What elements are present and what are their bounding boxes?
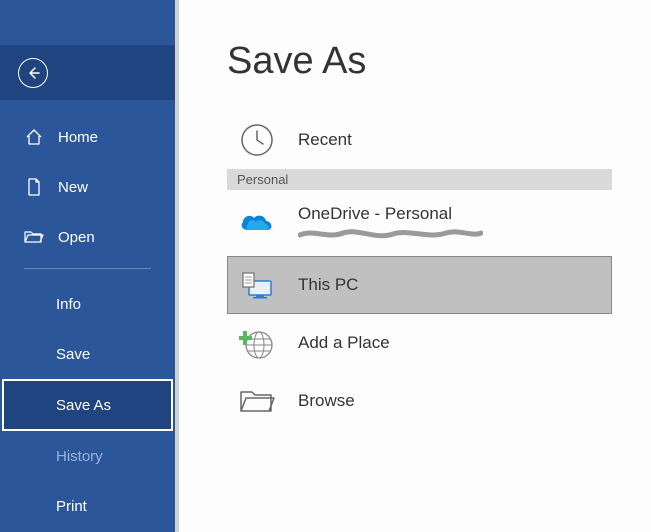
- nav-label: Save As: [56, 397, 111, 414]
- home-icon: [24, 127, 44, 147]
- nav-label: New: [58, 179, 88, 196]
- nav-label: Info: [56, 296, 81, 313]
- location-browse[interactable]: Browse: [227, 372, 612, 430]
- nav-new[interactable]: New: [0, 162, 175, 212]
- document-icon: [24, 177, 44, 197]
- main-panel: Save As Recent Personal OneDrive - Perso…: [175, 0, 651, 532]
- nav-list: Home New Open Info Save Save As History: [0, 100, 175, 531]
- section-header-personal: Personal: [227, 169, 612, 190]
- nav-save[interactable]: Save: [0, 329, 175, 379]
- arrow-left-icon: [25, 65, 41, 81]
- backstage-sidebar: Home New Open Info Save Save As History: [0, 0, 175, 532]
- folder-icon: [238, 382, 276, 420]
- nav-open[interactable]: Open: [0, 212, 175, 262]
- location-recent[interactable]: Recent: [227, 111, 612, 169]
- nav-save-as[interactable]: Save As: [2, 379, 173, 431]
- this-pc-icon: [238, 266, 276, 304]
- location-label: Browse: [298, 391, 355, 411]
- add-place-icon: [238, 324, 276, 362]
- redacted-email: [298, 225, 478, 243]
- sidebar-spacer: [0, 0, 175, 45]
- location-label: OneDrive - Personal: [298, 203, 478, 225]
- nav-history: History: [0, 431, 175, 481]
- location-add-place[interactable]: Add a Place: [227, 314, 612, 372]
- onedrive-icon: [238, 204, 276, 242]
- back-button[interactable]: [18, 58, 48, 88]
- location-label: Add a Place: [298, 333, 390, 353]
- nav-label: History: [56, 448, 103, 465]
- clock-icon: [238, 121, 276, 159]
- nav-print[interactable]: Print: [0, 481, 175, 531]
- nav-home[interactable]: Home: [0, 112, 175, 162]
- location-this-pc[interactable]: This PC: [227, 256, 612, 314]
- nav-label: Print: [56, 498, 87, 515]
- nav-label: Save: [56, 346, 90, 363]
- location-onedrive[interactable]: OneDrive - Personal: [227, 190, 612, 256]
- nav-divider: [24, 268, 151, 269]
- nav-label: Home: [58, 129, 98, 146]
- nav-info[interactable]: Info: [0, 279, 175, 329]
- folder-open-icon: [24, 227, 44, 247]
- location-label: This PC: [298, 275, 358, 295]
- locations-panel: Recent Personal OneDrive - Personal: [227, 111, 612, 430]
- back-row: [0, 45, 175, 100]
- location-label: Recent: [298, 130, 352, 150]
- nav-label: Open: [58, 229, 95, 246]
- location-label-group: OneDrive - Personal: [298, 203, 478, 243]
- page-title: Save As: [227, 40, 651, 83]
